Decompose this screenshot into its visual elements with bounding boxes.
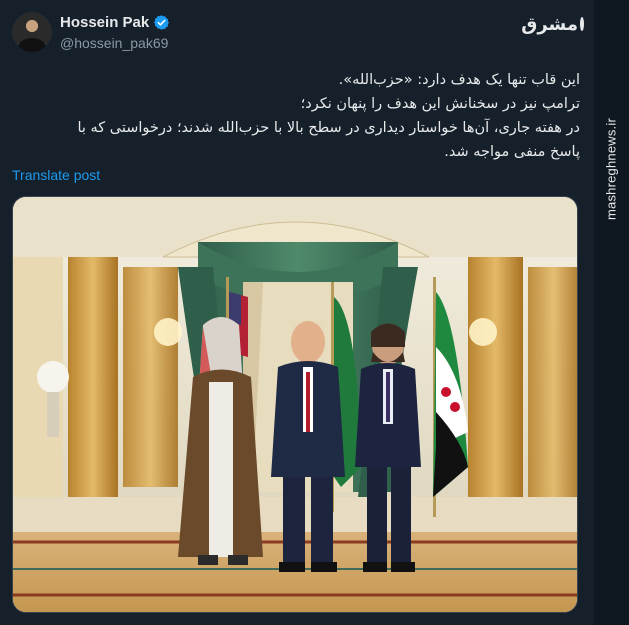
post-text: این قاب تنها یک هدف دارد: «حزب‌الله». تر… [10,68,580,164]
post-text-line: پاسخ منفی مواجه شد. [444,144,580,160]
author-name[interactable]: Hossein Pak [60,14,149,31]
post-card: Hossein Pak @hossein_pak69 مشرق این قاب … [0,0,594,625]
watermark-url: mashreghnews.ir [603,118,619,220]
translate-post-link[interactable]: Translate post [12,167,100,183]
post-image[interactable] [12,196,578,613]
photo-illustration [13,197,577,612]
avatar[interactable] [12,12,52,52]
brand-logo-text: مشرق [521,13,578,35]
author-handle[interactable]: @hossein_pak69 [60,35,168,51]
verified-badge-icon [154,15,170,30]
post-text-line: در هفته جاری، آن‌ها خواستار دیداری در سط… [77,120,580,136]
mashregh-logo-icon [580,17,584,31]
brand-logo: مشرق [521,10,584,38]
post-text-line: ترامپ نیز در سخنانش این هدف را پنهان نکر… [300,96,580,112]
post-text-line: این قاب تنها یک هدف دارد: «حزب‌الله». [338,72,580,88]
author-name-row[interactable]: Hossein Pak [60,14,170,31]
